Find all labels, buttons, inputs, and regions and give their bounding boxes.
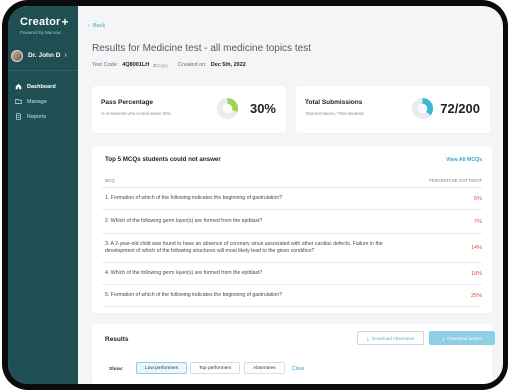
created-value: Dec 5th, 2022 bbox=[210, 62, 246, 68]
column-mcq: MCQ bbox=[105, 178, 115, 183]
sidebar-item-dashboard[interactable]: Dashboard bbox=[8, 79, 78, 94]
table-row[interactable]: 5. Formation of which of the following i… bbox=[102, 285, 482, 307]
results-card: Results ⤓ Download Absentees ⤓ Download … bbox=[92, 324, 495, 384]
copy-icon: ⧉ bbox=[153, 62, 157, 68]
user-name: Dr. John D bbox=[28, 52, 61, 59]
table-row[interactable]: 1. Formation of which of the following i… bbox=[102, 188, 482, 210]
test-meta: Test Code: 4Q8001LH ⧉ Copy Created on: D… bbox=[92, 62, 246, 68]
sidebar-item-label: Dashboard bbox=[27, 83, 56, 90]
filter-absentees[interactable]: Absentees bbox=[244, 362, 285, 374]
total-submissions-card: Total Submissions Total test takers / To… bbox=[296, 86, 490, 133]
mcq-question: 5. Formation of which of the following i… bbox=[105, 292, 283, 298]
user-menu[interactable]: Dr. John D › bbox=[8, 47, 78, 71]
table-row[interactable]: 4. Which of the following germ layer(s) … bbox=[102, 263, 482, 285]
avatar bbox=[11, 49, 23, 62]
mcq-percentage: 7% bbox=[474, 218, 482, 225]
copy-label: Copy bbox=[157, 62, 168, 68]
mcq-question: 1. Formation of which of the following i… bbox=[105, 195, 283, 201]
test-code-value: 4Q8001LH bbox=[122, 62, 150, 68]
test-code-label: Test Code: bbox=[92, 62, 119, 68]
download-absentees-label: Download Absentees bbox=[371, 335, 415, 341]
pass-percentage-card: Pass Percentage % of students who scored… bbox=[92, 86, 286, 133]
table-row[interactable]: 3. A 2-year-old child was found to have … bbox=[102, 234, 482, 263]
mcq-header: Top 5 MCQs students could not answer Vie… bbox=[92, 146, 492, 163]
home-icon bbox=[14, 83, 22, 91]
app-screen: Creator + Powered by Marvow Dr. John D ›… bbox=[8, 6, 503, 384]
download-icon: ⤓ bbox=[366, 335, 369, 341]
mcq-title: Top 5 MCQs students could not answer bbox=[105, 156, 221, 163]
download-icon: ⤓ bbox=[442, 335, 445, 341]
pass-value: 30% bbox=[249, 101, 276, 116]
show-label: Show: bbox=[109, 367, 124, 372]
brand: Creator + Powered by Marvow bbox=[8, 6, 78, 35]
table-row[interactable]: 2. Which of the following germ layer(s) … bbox=[102, 210, 482, 234]
mcq-percentage: 18% bbox=[470, 270, 482, 277]
view-all-mcqs-link[interactable]: View All MCQs bbox=[446, 157, 482, 163]
mcq-percentage: 5% bbox=[474, 195, 482, 202]
sidebar-item-manage[interactable]: Manage bbox=[8, 94, 78, 109]
folder-icon bbox=[14, 98, 22, 106]
brand-subtitle: Powered by Marvow bbox=[20, 30, 61, 35]
sidebar: Creator + Powered by Marvow Dr. John D ›… bbox=[8, 6, 78, 384]
download-results-button[interactable]: ⤓ Download results bbox=[429, 331, 495, 345]
mcq-question: 4. Which of the following germ layer(s) … bbox=[105, 270, 263, 276]
download-results-label: Download results bbox=[447, 335, 482, 341]
sidebar-nav: Dashboard Manage Reports bbox=[8, 79, 78, 124]
filter-top-performers[interactable]: Top performers bbox=[190, 362, 241, 374]
chevron-right-icon: › bbox=[64, 52, 67, 59]
copy-button[interactable]: ⧉ Copy bbox=[153, 63, 168, 68]
back-link[interactable]: ‹ Back bbox=[88, 23, 105, 29]
page-title: Results for Medicine test - all medicine… bbox=[92, 43, 311, 54]
mcq-percentage: 25% bbox=[470, 292, 482, 299]
main-content: ‹ Back Results for Medicine test - all m… bbox=[78, 6, 503, 384]
mcq-table-header: MCQ PERCENTAGE GOT RIGHT bbox=[102, 178, 482, 188]
back-label: Back bbox=[92, 23, 106, 29]
mcq-question: 2. Which of the following germ layer(s) … bbox=[105, 218, 263, 224]
created-label: Created on: bbox=[177, 62, 207, 68]
submissions-value: 72/200 bbox=[440, 101, 480, 116]
results-title: Results bbox=[105, 336, 129, 343]
mcq-percentage: 14% bbox=[470, 245, 482, 251]
sidebar-item-reports[interactable]: Reports bbox=[8, 109, 78, 124]
brand-plus: + bbox=[61, 15, 69, 29]
download-absentees-button[interactable]: ⤓ Download Absentees bbox=[357, 331, 424, 345]
sidebar-item-label: Manage bbox=[27, 98, 47, 105]
clear-filters-link[interactable]: Clear bbox=[292, 366, 304, 372]
chevron-left-icon: ‹ bbox=[88, 23, 90, 29]
brand-name: Creator bbox=[20, 16, 61, 28]
document-icon bbox=[14, 113, 22, 121]
pass-donut-chart bbox=[216, 97, 239, 120]
submissions-donut-chart bbox=[411, 97, 434, 120]
mcq-card: Top 5 MCQs students could not answer Vie… bbox=[92, 146, 492, 313]
filter-low-performers[interactable]: Low performers bbox=[136, 362, 188, 374]
sidebar-item-label: Reports bbox=[27, 113, 47, 120]
brand-logo[interactable]: Creator + bbox=[20, 15, 78, 29]
mcq-question: 3. A 2-year-old child was found to have … bbox=[105, 241, 383, 254]
column-percentage: PERCENTAGE GOT RIGHT bbox=[429, 178, 482, 183]
